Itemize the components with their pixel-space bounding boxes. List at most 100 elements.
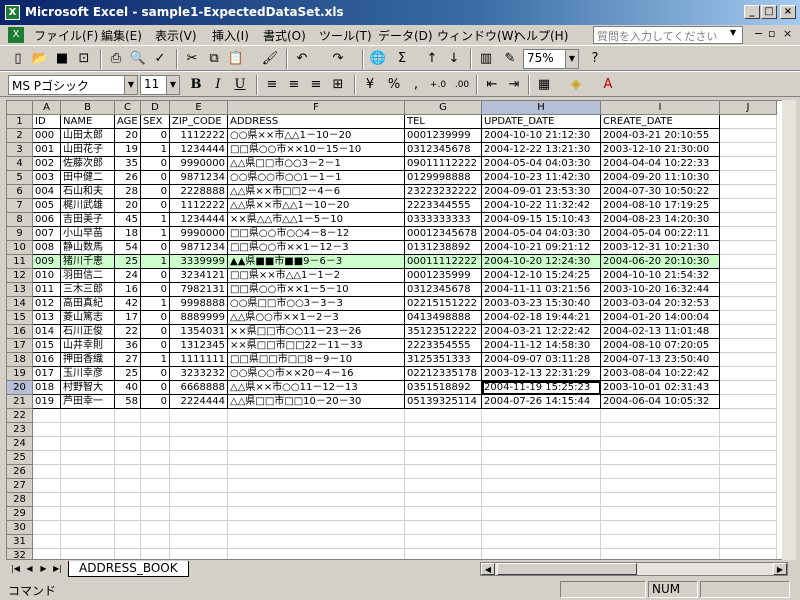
table-cell[interactable]: 三木三郎: [61, 283, 115, 297]
table-cell[interactable]: 24: [115, 269, 141, 283]
table-cell[interactable]: 2004-10-10 21:12:30: [482, 129, 601, 143]
table-cell[interactable]: [141, 521, 170, 535]
table-cell[interactable]: 1: [141, 255, 170, 269]
table-cell[interactable]: 09011112222: [405, 157, 482, 171]
table-cell[interactable]: [33, 521, 61, 535]
table-cell[interactable]: [720, 241, 777, 255]
table-cell[interactable]: ○○県□□市○○3－3－3: [228, 297, 405, 311]
excel-app-icon[interactable]: X: [5, 5, 20, 20]
table-cell[interactable]: [115, 465, 141, 479]
table-cell[interactable]: 羽田信二: [61, 269, 115, 283]
table-cell[interactable]: [720, 115, 777, 129]
table-cell[interactable]: [601, 521, 720, 535]
row-header[interactable]: 6: [7, 185, 33, 199]
align-right-icon[interactable]: ≡: [306, 75, 326, 95]
table-cell[interactable]: 006: [33, 213, 61, 227]
table-cell[interactable]: [405, 423, 482, 437]
select-all-corner[interactable]: [7, 101, 33, 115]
table-cell[interactable]: [720, 339, 777, 353]
menu-file[interactable]: ファイル(F): [34, 27, 98, 44]
table-cell[interactable]: 009: [33, 255, 61, 269]
table-cell[interactable]: 1234444: [170, 143, 228, 157]
table-cell[interactable]: ××県△△市△△1－5－10: [228, 213, 405, 227]
table-cell[interactable]: 42: [115, 297, 141, 311]
row-header[interactable]: 13: [7, 283, 33, 297]
align-center-icon[interactable]: ≡: [284, 75, 304, 95]
table-cell[interactable]: [720, 507, 777, 521]
table-cell[interactable]: △△県××市△△1－10－20: [228, 199, 405, 213]
table-cell[interactable]: [720, 199, 777, 213]
print-icon[interactable]: ⎙: [106, 49, 126, 69]
header-cell[interactable]: TEL: [405, 115, 482, 129]
permission-icon[interactable]: ⊡: [74, 49, 94, 69]
table-cell[interactable]: 芦田幸一: [61, 395, 115, 409]
table-cell[interactable]: [228, 451, 405, 465]
table-cell[interactable]: 16: [115, 283, 141, 297]
table-cell[interactable]: 2004-07-30 10:50:22: [601, 185, 720, 199]
table-cell[interactable]: 2004-05-04 04:03:30: [482, 227, 601, 241]
table-cell[interactable]: [228, 521, 405, 535]
row-header[interactable]: 9: [7, 227, 33, 241]
header-cell[interactable]: NAME: [61, 115, 115, 129]
table-cell[interactable]: 0: [141, 241, 170, 255]
table-cell[interactable]: 45: [115, 213, 141, 227]
table-cell[interactable]: [228, 549, 405, 559]
table-cell[interactable]: 00012345678: [405, 227, 482, 241]
table-cell[interactable]: [141, 535, 170, 549]
table-cell[interactable]: □□県○○市××10－15－10: [228, 143, 405, 157]
minimize-button[interactable]: _: [744, 5, 760, 19]
table-cell[interactable]: [61, 535, 115, 549]
table-cell[interactable]: □□県○○市○○4－8－12: [228, 227, 405, 241]
table-cell[interactable]: 2003-12-10 21:30:00: [601, 143, 720, 157]
menu-view[interactable]: 表示(V): [155, 27, 197, 44]
table-cell[interactable]: [601, 409, 720, 423]
column-header[interactable]: C: [115, 101, 141, 115]
row-header[interactable]: 17: [7, 339, 33, 353]
row-header[interactable]: 7: [7, 199, 33, 213]
table-cell[interactable]: 017: [33, 367, 61, 381]
table-cell[interactable]: 2003-10-01 02:31:43: [601, 381, 720, 395]
table-cell[interactable]: 013: [33, 311, 61, 325]
table-cell[interactable]: 014: [33, 325, 61, 339]
align-left-icon[interactable]: ≡: [262, 75, 282, 95]
table-cell[interactable]: 0: [141, 395, 170, 409]
table-cell[interactable]: 1312345: [170, 339, 228, 353]
table-cell[interactable]: 2004-05-04 00:22:11: [601, 227, 720, 241]
horizontal-scrollbar[interactable]: ◀ ▶: [480, 562, 788, 576]
table-cell[interactable]: [170, 479, 228, 493]
table-cell[interactable]: 2004-04-04 10:22:33: [601, 157, 720, 171]
table-cell[interactable]: 20: [115, 199, 141, 213]
table-cell[interactable]: 玉川幸彦: [61, 367, 115, 381]
table-cell[interactable]: 02212335178: [405, 367, 482, 381]
first-sheet-icon[interactable]: |◀: [10, 562, 21, 576]
table-cell[interactable]: 1: [141, 213, 170, 227]
table-cell[interactable]: 18: [115, 227, 141, 241]
table-cell[interactable]: [720, 311, 777, 325]
table-cell[interactable]: [405, 535, 482, 549]
table-cell[interactable]: [228, 423, 405, 437]
table-cell[interactable]: □□県□□市□□8－9－10: [228, 353, 405, 367]
column-header[interactable]: B: [61, 101, 115, 115]
table-cell[interactable]: 2003-12-31 10:21:30: [601, 241, 720, 255]
spreadsheet-grid[interactable]: A B C D E F G H I J 1 ID NAME AGE SEX ZIP_CODE ADDRESS TE…: [6, 100, 795, 560]
table-cell[interactable]: 2004-03-21 20:10:55: [601, 129, 720, 143]
table-cell[interactable]: 6668888: [170, 381, 228, 395]
table-cell[interactable]: 17: [115, 311, 141, 325]
decrease-indent-icon[interactable]: ⇤: [482, 75, 502, 95]
table-cell[interactable]: 016: [33, 353, 61, 367]
table-cell[interactable]: 2004-10-22 11:32:42: [482, 199, 601, 213]
table-cell[interactable]: 002: [33, 157, 61, 171]
menu-window[interactable]: ウィンドウ(W): [437, 27, 518, 44]
table-cell[interactable]: [170, 437, 228, 451]
table-cell[interactable]: ○○県○○市○○1－1－1: [228, 171, 405, 185]
table-cell[interactable]: 25: [115, 367, 141, 381]
table-cell[interactable]: [115, 535, 141, 549]
table-cell[interactable]: [601, 549, 720, 559]
undo-icon[interactable]: ↶: [292, 49, 312, 69]
table-cell[interactable]: [720, 325, 777, 339]
table-cell[interactable]: 2004-08-10 07:20:05: [601, 339, 720, 353]
table-cell[interactable]: 2004-05-04 04:03:30: [482, 157, 601, 171]
table-cell[interactable]: [228, 493, 405, 507]
table-cell[interactable]: 018: [33, 381, 61, 395]
table-cell[interactable]: 0: [141, 171, 170, 185]
